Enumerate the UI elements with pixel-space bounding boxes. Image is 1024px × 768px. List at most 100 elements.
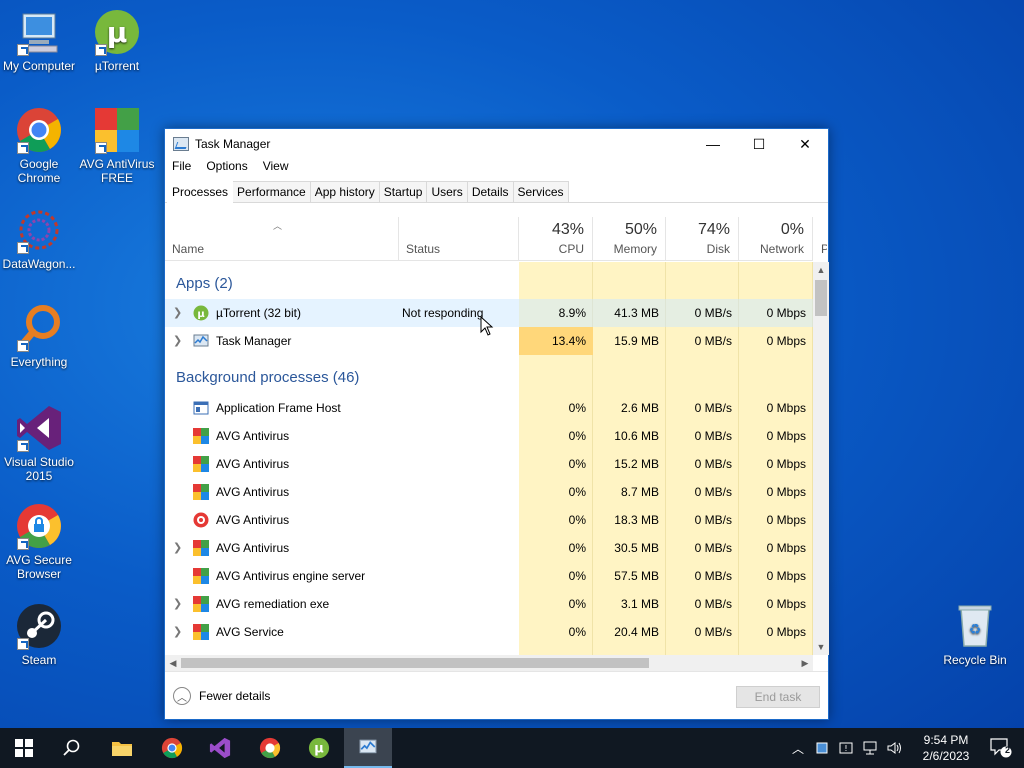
tray-display-icon[interactable]: [812, 728, 832, 768]
taskbar-chrome[interactable]: [148, 728, 196, 768]
table-row[interactable]: AVG Antivirus engine server 0% 57.5 MB 0…: [165, 562, 813, 590]
table-row[interactable]: ❯ AVG Service 0% 20.4 MB 0 MB/s 0 Mbps: [165, 618, 813, 646]
group-header-apps[interactable]: Apps (2): [176, 266, 233, 302]
folder-icon: [112, 742, 132, 756]
column-header-name[interactable]: ︿ Name: [165, 217, 399, 261]
desktop-icon-avg-browser[interactable]: AVG Secure Browser: [0, 502, 78, 581]
column-header-memory[interactable]: 50% Memory: [593, 217, 666, 261]
column-header-network[interactable]: 0% Network: [739, 217, 813, 261]
scrollbar-thumb[interactable]: [181, 658, 649, 668]
title-bar[interactable]: Task Manager — ☐ ✕: [165, 129, 828, 159]
process-disk: 0 MB/s: [694, 597, 732, 611]
table-row[interactable]: AVG Antivirus 0% 18.3 MB 0 MB/s 0 Mbps: [165, 506, 813, 534]
tab-processes[interactable]: Processes: [167, 181, 234, 203]
process-cpu: 0%: [568, 429, 586, 443]
desktop-icon-steam[interactable]: Steam: [0, 602, 78, 667]
horizontal-scrollbar[interactable]: ◀ ▶: [165, 655, 813, 671]
utorrent-icon: µ: [193, 305, 209, 321]
process-cpu: 13.4%: [551, 334, 586, 348]
tray-volume-icon[interactable]: [884, 728, 906, 768]
tab-details[interactable]: Details: [466, 181, 514, 202]
table-row[interactable]: ❯ AVG Antivirus 0% 30.5 MB 0 MB/s 0 Mbps: [165, 534, 813, 562]
menu-view[interactable]: View: [263, 159, 289, 177]
column-header-status[interactable]: Status: [399, 217, 519, 261]
menu-options[interactable]: Options: [206, 159, 247, 177]
table-row[interactable]: AVG Antivirus 0% 10.6 MB 0 MB/s 0 Mbps: [165, 422, 813, 450]
scrollbar-thumb[interactable]: [815, 280, 827, 316]
desktop-icon-my-computer[interactable]: My Computer: [0, 8, 78, 73]
notification-count-badge: 2: [1004, 745, 1010, 755]
tab-startup[interactable]: Startup: [378, 181, 428, 202]
table-row[interactable]: AVG Antivirus 0% 8.7 MB 0 MB/s 0 Mbps: [165, 478, 813, 506]
tray-security-icon[interactable]: !: [836, 728, 856, 768]
desktop-icon-label: Recycle Bin: [943, 653, 1007, 667]
desktop-icon-everything[interactable]: Everything: [0, 304, 78, 369]
column-header-power[interactable]: P: [813, 217, 827, 261]
expand-chevron-icon[interactable]: ❯: [173, 618, 182, 646]
process-cpu: 8.9%: [558, 306, 586, 320]
table-row[interactable]: ❯ AVG remediation exe 0% 3.1 MB 0 MB/s 0…: [165, 590, 813, 618]
table-row[interactable]: AVG Antivirus 0% 15.2 MB 0 MB/s 0 Mbps: [165, 450, 813, 478]
avg-icon: [193, 540, 209, 556]
tab-app-history[interactable]: App history: [309, 181, 380, 202]
sort-arrow-icon: ︿: [273, 221, 283, 231]
desktop-icon-recycle-bin[interactable]: ♻ Recycle Bin: [936, 602, 1014, 667]
tray-network-icon[interactable]: [860, 728, 880, 768]
tray-overflow-chevron-icon[interactable]: ︿: [788, 728, 808, 768]
process-disk: 0 MB/s: [694, 541, 732, 555]
scroll-up-icon[interactable]: ▲: [813, 262, 829, 278]
close-button[interactable]: ✕: [782, 129, 828, 159]
menu-file[interactable]: File: [172, 159, 191, 177]
scroll-left-icon[interactable]: ◀: [165, 655, 181, 671]
desktop-icon-label: My Computer: [2, 59, 76, 73]
scroll-right-icon[interactable]: ▶: [797, 655, 813, 671]
desktop-icon-datawagon[interactable]: DataWagon...: [0, 206, 78, 271]
fewer-details-button[interactable]: ︿ Fewer details: [173, 687, 270, 705]
chevron-up-icon: ︿: [173, 687, 191, 705]
tab-performance[interactable]: Performance: [232, 181, 311, 202]
chrome-icon: [161, 737, 183, 759]
process-cpu: 0%: [568, 485, 586, 499]
table-row[interactable]: Application Frame Host 0% 2.6 MB 0 MB/s …: [165, 394, 813, 422]
visual-studio-icon: [209, 737, 231, 759]
process-memory: 57.5 MB: [614, 569, 659, 583]
desktop-icon-avg[interactable]: AVG AntiVirus FREE: [78, 106, 156, 185]
column-header-disk[interactable]: 74% Disk: [666, 217, 739, 261]
search-icon: [63, 739, 80, 756]
avg-icon: [193, 568, 209, 584]
vertical-scrollbar[interactable]: ▲ ▼: [813, 262, 829, 655]
desktop-icon-chrome[interactable]: Google Chrome: [0, 106, 78, 185]
expand-chevron-icon[interactable]: ❯: [173, 534, 182, 562]
tab-users[interactable]: Users: [426, 181, 468, 202]
process-cpu: 0%: [568, 457, 586, 471]
taskbar-utorrent[interactable]: µ: [295, 728, 343, 768]
end-task-button[interactable]: End task: [736, 686, 820, 708]
expand-chevron-icon[interactable]: ❯: [173, 590, 182, 618]
process-name: AVG Antivirus: [216, 485, 290, 499]
maximize-button[interactable]: ☐: [736, 129, 782, 159]
taskbar-task-manager[interactable]: [344, 728, 392, 768]
taskbar-clock[interactable]: 9:54 PM 2/6/2023: [916, 732, 976, 764]
group-header-background[interactable]: Background processes (46): [176, 360, 359, 396]
taskbar-file-explorer[interactable]: [98, 728, 146, 768]
process-status: Not responding: [402, 306, 484, 320]
taskbar-avg-browser[interactable]: [246, 728, 294, 768]
task-manager-icon: [359, 739, 377, 754]
desktop-icon-label: AVG AntiVirus FREE: [79, 157, 155, 185]
scroll-down-icon[interactable]: ▼: [813, 639, 829, 655]
task-manager-icon: [173, 137, 189, 151]
action-center-button[interactable]: 2: [986, 728, 1016, 768]
minimize-button[interactable]: —: [690, 129, 736, 159]
tab-services[interactable]: Services: [512, 181, 569, 202]
avg-browser-icon: [259, 737, 281, 759]
process-network: 0 Mbps: [766, 569, 806, 583]
expand-chevron-icon[interactable]: ❯: [173, 299, 182, 327]
start-button[interactable]: [0, 728, 48, 768]
desktop-icon-visual-studio[interactable]: Visual Studio 2015: [0, 404, 78, 483]
search-button[interactable]: [48, 728, 96, 768]
desktop-icon-utorrent[interactable]: µ µTorrent: [78, 8, 156, 73]
expand-chevron-icon[interactable]: ❯: [173, 327, 182, 355]
process-name: µTorrent (32 bit): [216, 306, 301, 320]
taskbar-visual-studio[interactable]: [196, 728, 244, 768]
column-header-cpu[interactable]: 43% CPU: [519, 217, 593, 261]
